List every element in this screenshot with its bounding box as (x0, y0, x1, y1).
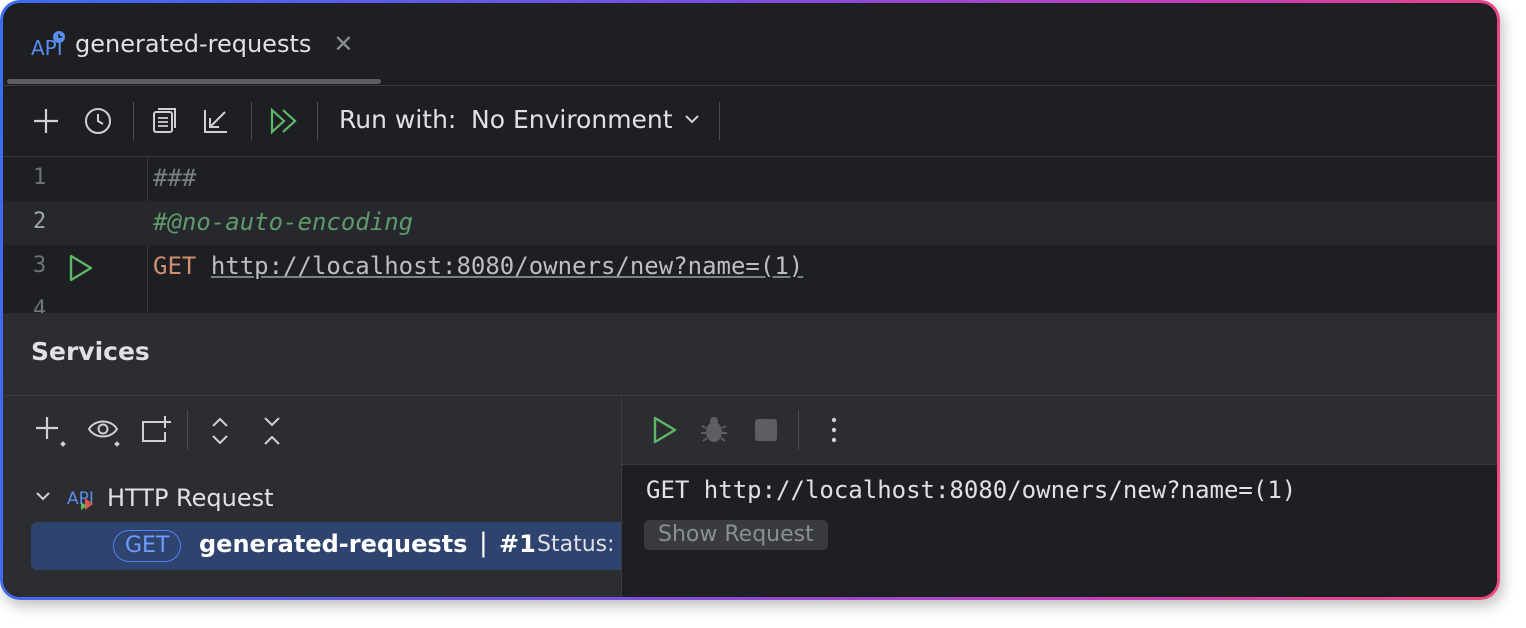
plus-icon[interactable] (31, 106, 61, 136)
show-request-button[interactable]: Show Request (644, 520, 828, 550)
editor-line[interactable]: 1 ### (3, 157, 1497, 201)
history-icon[interactable] (83, 106, 113, 136)
tab-bar: API generated-requests ✕ (3, 3, 1497, 86)
stop-icon[interactable] (750, 414, 782, 446)
method-badge: GET (113, 530, 182, 562)
expand-all-icon[interactable] (203, 414, 237, 448)
import-icon[interactable] (201, 106, 231, 136)
editor-line-current[interactable]: 2 #@no-auto-encoding (3, 201, 1497, 245)
close-icon[interactable]: ✕ (333, 30, 353, 58)
editor-line[interactable]: 4 (3, 289, 1497, 313)
run-with-label: Run with: (339, 105, 457, 134)
tree-group-label: HTTP Request (107, 484, 274, 512)
status-label: Status: (537, 532, 615, 557)
line-number: 2 (33, 209, 47, 234)
services-header: Services (3, 313, 1497, 396)
toolbar-separator (133, 102, 134, 140)
environment-value: No Environment (471, 105, 673, 134)
toolbar-separator (798, 410, 799, 450)
line-number: 4 (33, 297, 47, 313)
run-all-icon[interactable] (267, 106, 297, 136)
toolbar-separator (187, 410, 188, 450)
request-method: GET (153, 252, 197, 280)
request-code: GET http://localhost:8080/owners/new?nam… (153, 252, 803, 280)
services-title: Services (31, 337, 150, 366)
chevron-down-icon[interactable] (33, 486, 53, 510)
toolbar-separator (719, 102, 720, 140)
api-icon: API (67, 482, 97, 514)
window-frame: API generated-requests ✕ Run with: No En… (0, 0, 1500, 600)
environment-select[interactable]: No Environment (471, 105, 701, 134)
response-request-line: GET http://localhost:8080/owners/new?nam… (646, 476, 1297, 504)
line-number: 3 (33, 253, 47, 278)
add-service-icon[interactable] (33, 414, 67, 448)
tab-label: generated-requests (75, 30, 312, 58)
collapse-all-icon[interactable] (255, 414, 289, 448)
services-detail-pane: GET http://localhost:8080/owners/new?nam… (622, 396, 1497, 597)
tree-group-http-request[interactable]: API HTTP Request (33, 482, 274, 514)
view-options-icon[interactable] (87, 414, 121, 448)
active-tab-indicator (7, 79, 381, 84)
run-icon[interactable] (648, 414, 680, 446)
separator-code: ### (153, 164, 197, 192)
debug-icon[interactable] (698, 414, 730, 446)
detail-toolbar (622, 396, 1497, 465)
toolbar-separator (251, 102, 252, 140)
toolbar-separator (317, 102, 318, 140)
code-editor[interactable]: 1 ### 2 #@no-auto-encoding 3 GET http://… (3, 157, 1497, 313)
chevron-down-icon (683, 105, 701, 134)
examples-icon[interactable] (149, 106, 179, 136)
new-tab-icon[interactable] (139, 414, 173, 448)
api-icon: API (31, 29, 67, 60)
tree-item-selected[interactable]: GET generated-requests | #1 Status: (31, 522, 621, 570)
request-name: generated-requests (199, 530, 468, 558)
comment-code: #@no-auto-encoding (153, 208, 414, 236)
line-number: 1 (33, 165, 47, 190)
services-tree-pane: API HTTP Request GET generated-requests … (3, 396, 622, 597)
editor-line[interactable]: 3 GET http://localhost:8080/owners/new?n… (3, 245, 1497, 289)
more-icon[interactable] (818, 414, 850, 446)
separator-bar: | (479, 528, 488, 558)
request-url[interactable]: http://localhost:8080/owners/new?name=(1… (211, 252, 803, 280)
run-icon[interactable] (65, 253, 95, 283)
editor-toolbar: Run with: No Environment (3, 86, 1497, 157)
tab-generated-requests[interactable]: API generated-requests ✕ (31, 29, 353, 60)
run-number: #1 (499, 530, 536, 558)
ide-window: API generated-requests ✕ Run with: No En… (3, 3, 1497, 597)
